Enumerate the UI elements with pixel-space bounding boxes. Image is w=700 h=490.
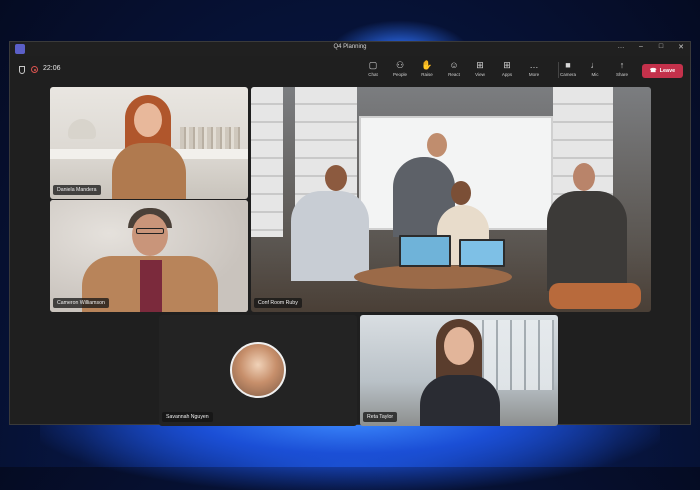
meeting-toolbar: 22:06 ▢ Chat ⚇ People ✋ Raise ☺ React ⊞ … <box>10 56 690 84</box>
participant-shirt <box>140 260 162 312</box>
chat-label: Chat <box>368 72 378 77</box>
minimize-button[interactable]: – <box>636 43 646 51</box>
video-tile-conf-room[interactable]: Conf Room Ruby <box>251 87 651 312</box>
people-button[interactable]: ⚇ People <box>388 60 412 77</box>
maximize-button[interactable]: □ <box>656 43 666 51</box>
laptop-right <box>459 239 505 267</box>
video-tile-savannah[interactable]: Savannah Nguyen <box>159 315 357 426</box>
person-left-body <box>291 191 369 281</box>
name-tag-cameron: Cameron Williamson <box>53 298 109 308</box>
share-icon: ↑ <box>619 60 625 70</box>
video-tile-daniela[interactable]: Daniela Mandera <box>50 87 248 199</box>
laptop-left <box>399 235 451 267</box>
background-bookshelf-left <box>251 87 283 237</box>
leave-button[interactable]: ☎ Leave <box>642 64 683 78</box>
camera-label: Camera <box>559 72 576 77</box>
title-bar: Q4 Planning … – □ ✕ <box>10 42 690 56</box>
view-label: View <box>475 72 485 77</box>
video-tile-reta[interactable]: Reta Taylor <box>360 315 558 426</box>
avatar <box>230 342 286 398</box>
leave-label: Leave <box>659 68 676 74</box>
camera-icon: ■ <box>565 60 571 70</box>
participant-face <box>444 327 474 365</box>
people-label: People <box>392 72 407 77</box>
more-label: More <box>528 72 540 77</box>
background-books <box>180 127 240 149</box>
participant-body <box>112 143 186 199</box>
name-tag-savannah: Savannah Nguyen <box>162 412 213 422</box>
participant-glasses <box>136 228 164 234</box>
mic-button[interactable]: ♩ Mic <box>583 60 607 77</box>
raise-label: Raise <box>421 72 433 77</box>
apps-label: Apps <box>501 72 513 77</box>
call-timer: 22:06 <box>43 65 61 72</box>
grid-icon: ⊞ <box>476 60 484 70</box>
share-label: Share <box>615 72 628 77</box>
mic-label: Mic <box>591 72 599 77</box>
recording-icon <box>31 66 38 73</box>
apps-button[interactable]: ⊞ Apps <box>495 60 519 77</box>
participant-face <box>132 214 168 256</box>
chat-button[interactable]: ▢ Chat <box>361 60 385 77</box>
react-button[interactable]: ☺ React <box>442 60 466 77</box>
name-tag-reta: Reta Taylor <box>363 412 398 422</box>
video-tile-cameron[interactable]: Cameron Williamson <box>50 200 248 312</box>
share-button[interactable]: ↑ Share <box>610 60 634 77</box>
name-tag-conf-room: Conf Room Ruby <box>254 298 302 308</box>
people-icon: ⚇ <box>395 60 405 70</box>
conference-table <box>354 265 512 289</box>
smile-icon: ☺ <box>449 60 459 70</box>
phone-hangup-icon: ☎ <box>649 68 657 74</box>
raise-hand-button[interactable]: ✋ Raise <box>415 60 439 77</box>
mic-icon: ♩ <box>590 60 600 70</box>
more-button[interactable]: … More <box>522 60 546 77</box>
orange-chair <box>549 283 641 309</box>
background-lamp <box>68 119 96 139</box>
participant-body <box>420 375 500 426</box>
window-more-icon[interactable]: … <box>616 43 626 51</box>
view-button[interactable]: ⊞ View <box>468 60 492 77</box>
shield-icon[interactable] <box>19 66 25 74</box>
apps-icon: ⊞ <box>503 60 511 70</box>
name-tag-daniela: Daniela Mandera <box>53 185 101 195</box>
camera-button[interactable]: ■ Camera <box>556 60 580 77</box>
person-right-face <box>573 163 595 191</box>
participant-face <box>134 103 162 137</box>
chat-icon: ▢ <box>368 60 378 70</box>
close-button[interactable]: ✕ <box>676 43 686 51</box>
person-right-body <box>547 191 627 291</box>
person-standing-face <box>427 133 447 157</box>
react-label: React <box>448 72 460 77</box>
hand-icon: ✋ <box>421 60 433 70</box>
window-title: Q4 Planning <box>333 44 367 50</box>
teams-meeting-window: Q4 Planning … – □ ✕ 22:06 ▢ Chat ⚇ Peopl… <box>9 41 691 426</box>
more-icon: … <box>529 60 539 70</box>
person-center-face <box>451 181 471 205</box>
person-left-face <box>325 165 347 191</box>
window-controls: … – □ ✕ <box>616 43 686 51</box>
